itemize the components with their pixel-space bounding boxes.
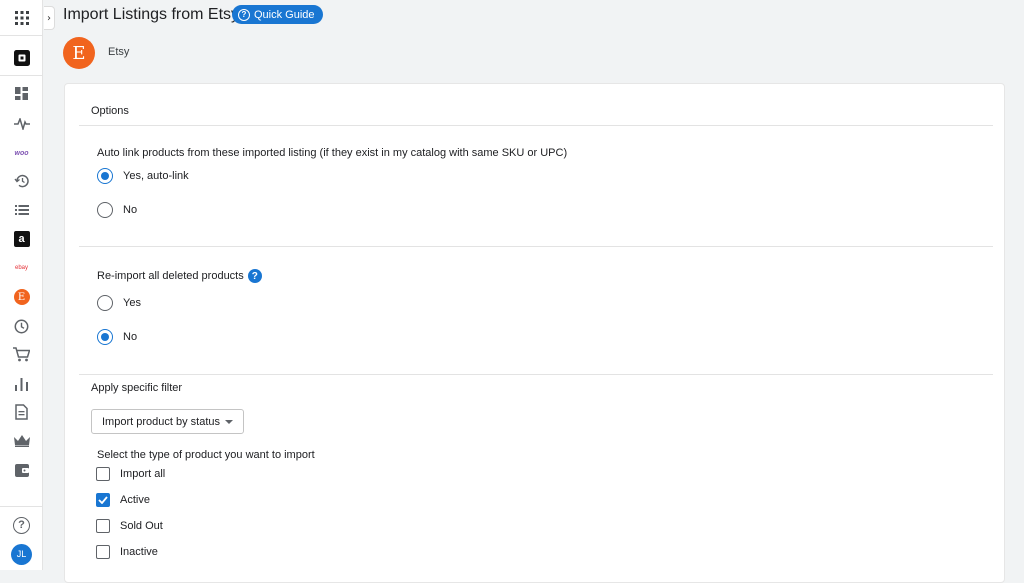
radio-button[interactable] bbox=[97, 202, 113, 218]
clock-icon[interactable] bbox=[0, 314, 43, 338]
radio-label: Yes, auto-link bbox=[123, 170, 189, 182]
user-avatar[interactable]: JL bbox=[0, 542, 43, 566]
checkbox-import-all[interactable]: Import all bbox=[96, 467, 165, 481]
checkbox[interactable] bbox=[96, 467, 110, 481]
checkbox-inactive[interactable]: Inactive bbox=[96, 545, 158, 559]
caret-down-icon bbox=[225, 419, 233, 424]
square-logo-icon[interactable] bbox=[0, 46, 43, 70]
etsy-logo: E bbox=[63, 37, 95, 69]
radio-label: Yes bbox=[123, 297, 141, 309]
radio-no-reimport[interactable]: No bbox=[97, 329, 137, 345]
radio-button[interactable] bbox=[97, 168, 113, 184]
activity-icon[interactable] bbox=[0, 112, 43, 136]
etsy-icon[interactable]: E bbox=[0, 285, 43, 309]
sidebar-divider bbox=[0, 75, 43, 76]
woo-icon[interactable]: woo bbox=[0, 141, 43, 165]
sidebar-divider bbox=[0, 35, 43, 36]
radio-yes-auto-link[interactable]: Yes, auto-link bbox=[97, 168, 189, 184]
ebay-label: ebay bbox=[14, 265, 28, 271]
radio-button[interactable] bbox=[97, 329, 113, 345]
wallet-icon[interactable] bbox=[0, 458, 43, 482]
checkbox-sold-out[interactable]: Sold Out bbox=[96, 519, 163, 533]
list-icon[interactable] bbox=[0, 198, 43, 222]
etsy-letter: E bbox=[17, 291, 26, 303]
history-icon[interactable] bbox=[0, 169, 43, 193]
channel-name: Etsy bbox=[108, 46, 130, 58]
quick-guide-button[interactable]: ? Quick Guide bbox=[232, 5, 323, 24]
status-filter-select[interactable]: Import product by status bbox=[91, 409, 244, 434]
dashboard-icon[interactable] bbox=[0, 81, 43, 105]
divider bbox=[79, 246, 993, 247]
amazon-icon[interactable]: a bbox=[0, 227, 43, 251]
crown-icon[interactable] bbox=[0, 429, 43, 453]
checkbox[interactable] bbox=[96, 493, 110, 507]
page-title: Import Listings from Etsy bbox=[63, 6, 240, 23]
options-card: Options Auto link products from these im… bbox=[64, 83, 1005, 583]
cart-icon[interactable] bbox=[0, 342, 43, 366]
ebay-icon[interactable]: ebay bbox=[0, 256, 43, 280]
product-type-label: Select the type of product you want to i… bbox=[97, 449, 315, 461]
checkbox[interactable] bbox=[96, 519, 110, 533]
filter-title: Apply specific filter bbox=[91, 382, 183, 394]
checkbox-label: Import all bbox=[120, 468, 166, 480]
checkbox-label: Inactive bbox=[120, 546, 158, 558]
bar-chart-icon[interactable] bbox=[0, 372, 43, 396]
checkbox-active[interactable]: Active bbox=[96, 493, 150, 507]
help-icon[interactable]: ? bbox=[0, 513, 43, 537]
radio-button[interactable] bbox=[97, 295, 113, 311]
checkbox-label: Sold Out bbox=[120, 520, 163, 532]
options-title: Options bbox=[91, 105, 129, 117]
help-mark: ? bbox=[18, 519, 25, 531]
checkbox[interactable] bbox=[96, 545, 110, 559]
checkbox-label: Active bbox=[120, 494, 150, 506]
amazon-letter: a bbox=[18, 232, 25, 245]
radio-no-auto-link[interactable]: No bbox=[97, 202, 137, 218]
radio-label: No bbox=[123, 204, 138, 216]
etsy-logo-letter: E bbox=[72, 42, 86, 64]
sidebar: woo a ebay E ? JL bbox=[0, 0, 43, 570]
radio-yes-reimport[interactable]: Yes bbox=[97, 295, 141, 311]
document-icon[interactable] bbox=[0, 400, 43, 424]
divider bbox=[79, 125, 993, 126]
chevron-right-icon: › bbox=[47, 12, 51, 24]
reimport-label: Re-import all deleted products bbox=[97, 270, 244, 282]
sidebar-divider bbox=[0, 506, 43, 507]
auto-link-label: Auto link products from these imported l… bbox=[97, 147, 568, 159]
quick-guide-label: Quick Guide bbox=[254, 8, 315, 21]
question-icon: ? bbox=[238, 8, 250, 21]
select-value: Import product by status bbox=[102, 415, 220, 428]
etsy-sidebar-logo: E bbox=[13, 289, 30, 305]
amazon-logo: a bbox=[13, 231, 30, 247]
help-icon[interactable]: ? bbox=[247, 269, 262, 283]
avatar: JL bbox=[11, 543, 32, 565]
reimport-label-row: Re-import all deleted products ? bbox=[97, 269, 262, 283]
help-circle: ? bbox=[13, 516, 30, 534]
sidebar-expand-button[interactable]: › bbox=[44, 6, 55, 30]
woo-label: woo bbox=[14, 149, 29, 157]
divider bbox=[79, 374, 993, 375]
apps-icon[interactable] bbox=[0, 6, 43, 30]
radio-label: No bbox=[123, 331, 138, 343]
checkmark-icon bbox=[98, 496, 108, 504]
